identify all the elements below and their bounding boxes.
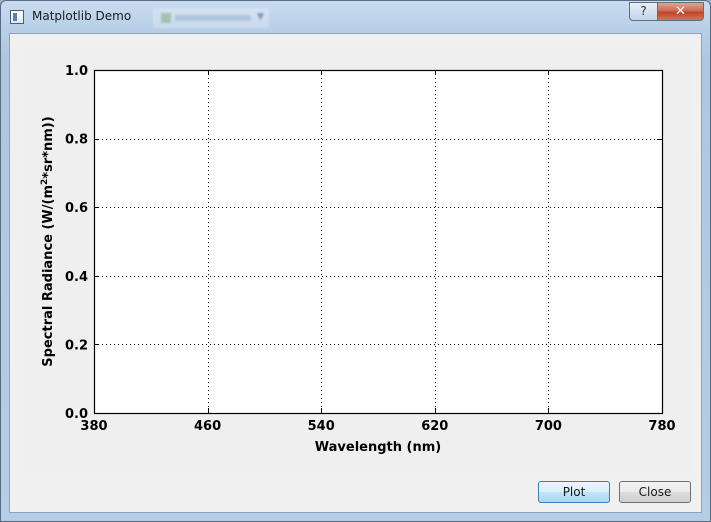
y-tick-labels: 0.0 0.2 0.4 0.6 0.8 1.0 [65,64,88,422]
background-taskbar-ghost: ▼ [153,8,269,28]
x-tick-label: 540 [308,419,335,434]
dialog-window: Matplotlib Demo ▼ ? ✕ 380 460 540 620 700 780… [0,0,711,522]
chart-svg: 380 460 540 620 700 780 0.00.20.40.60.81.0 Wa… [40,64,676,455]
x-tick-label: 780 [648,419,675,434]
help-button[interactable]: ? [629,2,658,21]
x-tick-label: 460 [194,419,221,434]
window-close-button[interactable]: ✕ [657,2,704,21]
dialog-client-area: 380 460 540 620 700 780 0.0 0.2 0.4 0.6 0.8 1.0 Wa… [9,33,702,513]
ghost-text-placeholder [175,15,251,21]
title-bar[interactable]: Matplotlib Demo ▼ ? ✕ [1,1,710,33]
x-tick-label: 700 [535,419,562,434]
x-axis-label: Wavelength (nm) [315,440,441,455]
y-tick-label: 0.0 [65,407,88,422]
plot-area [94,70,662,413]
y-tick-label: 0.6 [65,201,88,216]
y-axis-label-part1: Spectral Radiance (W/(m [41,185,56,367]
y-tick-label: 1.0 [65,64,88,79]
plot-button[interactable]: Plot [538,481,610,503]
chevron-down-icon: ▼ [257,12,264,22]
y-axis-label: Spectral Radiance (W/(m2*sr*nm)) [40,116,56,366]
x-tick-label: 620 [421,419,448,434]
close-button[interactable]: Close [619,481,691,503]
y-tick-label: 0.4 [65,270,88,285]
y-tick-label: 0.2 [65,338,88,353]
app-window-icon [10,10,24,24]
y-tick-label: 0.8 [65,133,88,148]
ghost-file-icon [161,13,171,23]
window-title: Matplotlib Demo [32,9,132,23]
matplotlib-figure: 380 460 540 620 700 780 0.0 0.2 0.4 0.6 0.8 1.0 Wa… [22,46,691,472]
y-axis-label-part2: *sr*nm)) [41,116,56,178]
x-tick-labels: 380 460 540 620 700 780 [80,419,675,434]
